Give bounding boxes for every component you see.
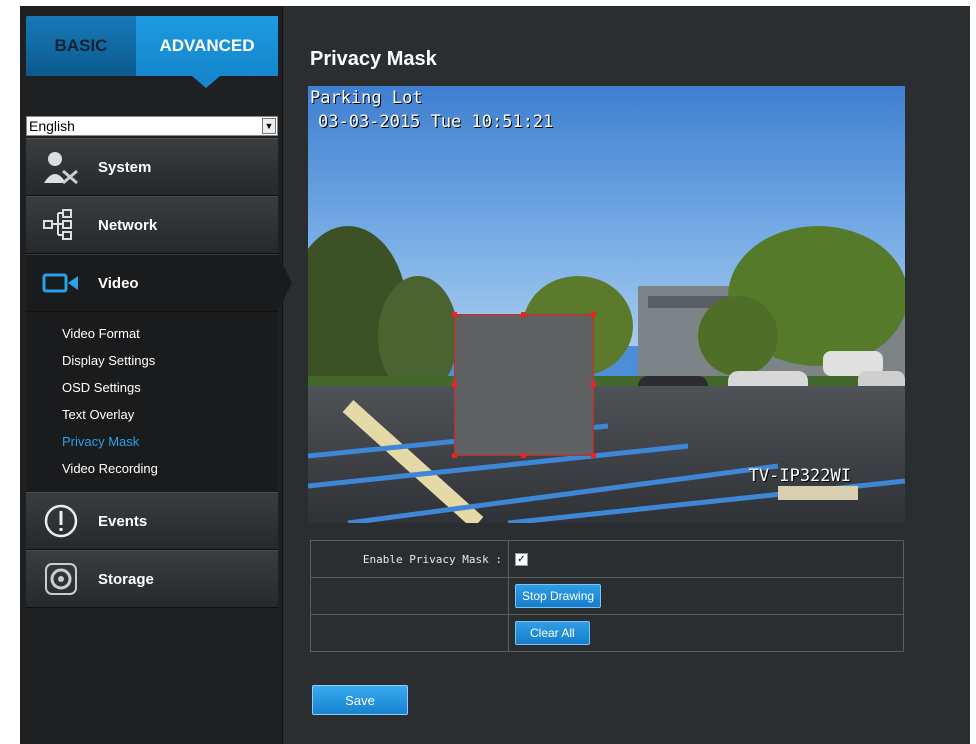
- clear-all-button[interactable]: Clear All: [515, 621, 590, 645]
- nav-storage[interactable]: Storage: [26, 550, 278, 608]
- tab-basic[interactable]: BASIC: [26, 16, 136, 76]
- nav-system[interactable]: System: [26, 138, 278, 196]
- settings-row-clear: Clear All: [310, 614, 904, 652]
- nav-storage-label: Storage: [98, 570, 154, 588]
- resize-handle[interactable]: [452, 453, 457, 458]
- language-value: English: [29, 118, 75, 134]
- nav-events[interactable]: Events: [26, 492, 278, 550]
- enable-privacy-mask-cell: ✓: [508, 540, 904, 578]
- main-panel: Privacy Mask Parking Lot 03-03-2015 Tue …: [308, 6, 970, 744]
- resize-handle[interactable]: [452, 312, 457, 317]
- submenu-osd-settings[interactable]: OSD Settings: [62, 380, 141, 395]
- privacy-mask-region[interactable]: [452, 312, 596, 458]
- alert-icon: [36, 501, 86, 541]
- sidebar: BASIC ADVANCED English ▼ System Network …: [20, 6, 292, 744]
- privacy-mask-settings: Enable Privacy Mask : ✓ Stop Drawing Cle…: [310, 540, 904, 652]
- resize-handle[interactable]: [591, 382, 596, 387]
- resize-handle[interactable]: [591, 453, 596, 458]
- live-video-view[interactable]: Parking Lot 03-03-2015 Tue 10:51:21 TV-I…: [308, 86, 905, 523]
- stop-drawing-button[interactable]: Stop Drawing: [515, 584, 602, 608]
- active-tab-indicator: [192, 76, 220, 88]
- submenu-text-overlay[interactable]: Text Overlay: [62, 407, 134, 422]
- osd-model: TV-IP322WI: [748, 466, 851, 486]
- settings-row-drawing: Stop Drawing: [310, 577, 904, 615]
- resize-handle[interactable]: [521, 312, 526, 317]
- nav-network[interactable]: Network: [26, 196, 278, 254]
- storage-disk-icon: [36, 559, 86, 599]
- system-tools-icon: [36, 147, 86, 187]
- video-submenu: Video Format Display Settings OSD Settin…: [26, 312, 278, 492]
- video-camera-icon: [36, 263, 86, 303]
- resize-handle[interactable]: [591, 312, 596, 317]
- resize-handle[interactable]: [521, 453, 526, 458]
- submenu-display-settings[interactable]: Display Settings: [62, 353, 155, 368]
- chevron-down-icon[interactable]: ▼: [262, 118, 276, 134]
- network-icon: [36, 205, 86, 245]
- nav-network-label: Network: [98, 216, 158, 234]
- submenu-video-format[interactable]: Video Format: [62, 326, 140, 341]
- nav-system-label: System: [98, 158, 152, 176]
- resize-handle[interactable]: [452, 382, 457, 387]
- nav-video[interactable]: Video: [26, 254, 292, 312]
- tab-advanced[interactable]: ADVANCED: [136, 16, 278, 76]
- page-title: Privacy Mask: [310, 48, 437, 70]
- video-lane-lines: [308, 400, 905, 523]
- submenu-video-recording[interactable]: Video Recording: [62, 461, 158, 476]
- save-button[interactable]: Save: [312, 685, 408, 715]
- nav-events-label: Events: [98, 512, 148, 530]
- language-select[interactable]: English ▼: [26, 116, 278, 136]
- settings-row-enable: Enable Privacy Mask : ✓: [310, 540, 904, 578]
- nav-video-label: Video: [98, 274, 139, 292]
- enable-privacy-mask-label: Enable Privacy Mask :: [310, 540, 509, 578]
- osd-datetime: 03-03-2015 Tue 10:51:21: [318, 112, 554, 132]
- enable-privacy-mask-checkbox[interactable]: ✓: [515, 553, 528, 567]
- submenu-privacy-mask[interactable]: Privacy Mask: [62, 434, 139, 449]
- osd-camera-name: Parking Lot: [310, 88, 423, 108]
- app-frame: BASIC ADVANCED English ▼ System Network …: [20, 6, 970, 744]
